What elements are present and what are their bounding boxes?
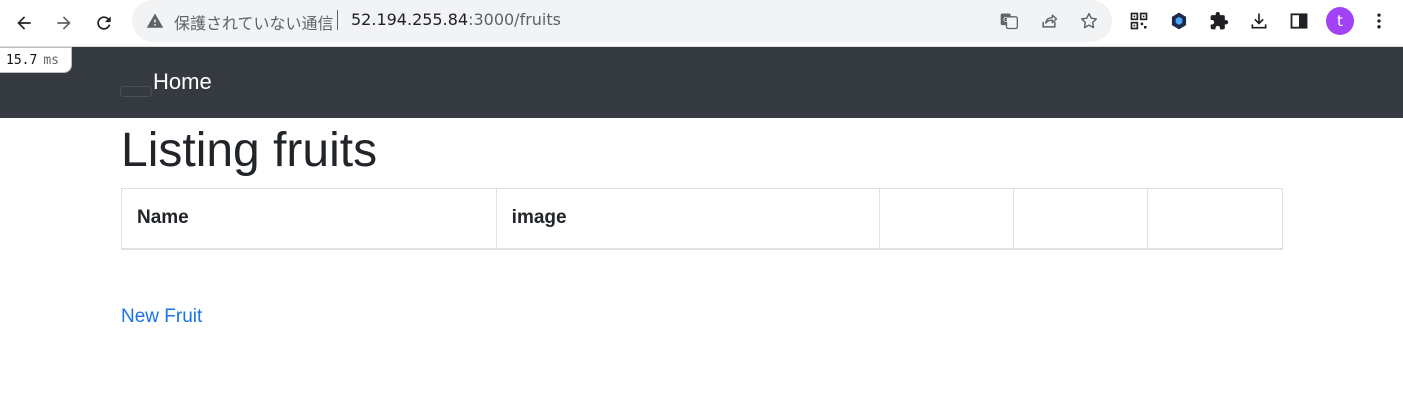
back-button[interactable] xyxy=(9,8,39,38)
new-fruit-link[interactable]: New Fruit xyxy=(121,306,202,328)
browser-toolbar: 保護されていない通信 52.194.255.84:3000/fruits G t xyxy=(0,0,1403,47)
translate-button[interactable]: G xyxy=(998,10,1020,32)
download-icon xyxy=(1251,13,1267,29)
url-host: 52.194.255.84 xyxy=(351,10,469,29)
column-header-name: Name xyxy=(121,188,497,250)
table-header-row: Name image xyxy=(121,188,1283,250)
side-panel-button[interactable] xyxy=(1287,9,1311,33)
fruits-table: Name image xyxy=(121,188,1283,250)
column-header-image: image xyxy=(495,188,881,250)
reload-icon xyxy=(97,16,111,30)
hexagon-extension-button[interactable] xyxy=(1167,9,1191,33)
qr-code-icon xyxy=(1130,12,1148,30)
address-bar[interactable]: 保護されていない通信 52.194.255.84:3000/fruits G xyxy=(132,0,1112,42)
app-navbar: Home xyxy=(0,47,1403,118)
column-header-action xyxy=(1147,188,1283,250)
arrow-right-icon xyxy=(57,16,71,30)
extensions-button[interactable] xyxy=(1207,9,1231,33)
security-status[interactable]: 保護されていない通信 xyxy=(174,10,334,34)
share-button[interactable] xyxy=(1038,10,1060,32)
svg-text:G: G xyxy=(1003,16,1008,24)
url-path: :3000/fruits xyxy=(468,10,561,29)
warning-icon xyxy=(146,13,164,28)
translate-icon: G xyxy=(1000,13,1018,30)
column-header-action xyxy=(1013,188,1149,250)
navbar-toggler-button[interactable] xyxy=(120,86,152,97)
forward-button[interactable] xyxy=(49,8,79,38)
star-icon xyxy=(1080,12,1098,29)
column-header-action xyxy=(879,188,1015,250)
address-separator xyxy=(337,10,338,30)
browser-menu-button[interactable] xyxy=(1367,9,1391,33)
request-timing-badge: 15.7 ms xyxy=(0,47,72,73)
puzzle-icon xyxy=(1210,11,1229,30)
reload-button[interactable] xyxy=(89,8,119,38)
timing-unit: ms xyxy=(43,52,59,68)
downloads-button[interactable] xyxy=(1247,9,1271,33)
side-panel-icon xyxy=(1290,13,1308,29)
hexagon-icon xyxy=(1171,12,1187,30)
profile-avatar[interactable]: t xyxy=(1326,7,1354,35)
home-link[interactable]: Home xyxy=(153,69,212,95)
share-icon xyxy=(1042,14,1058,28)
page-title: Listing fruits xyxy=(121,124,378,177)
timing-value: 15.7 xyxy=(6,52,38,68)
more-vertical-icon xyxy=(1377,13,1381,29)
url-text[interactable]: 52.194.255.84:3000/fruits xyxy=(351,10,561,29)
bookmark-button[interactable] xyxy=(1078,10,1100,32)
qr-extension-button[interactable] xyxy=(1127,9,1151,33)
arrow-left-icon xyxy=(17,16,31,30)
